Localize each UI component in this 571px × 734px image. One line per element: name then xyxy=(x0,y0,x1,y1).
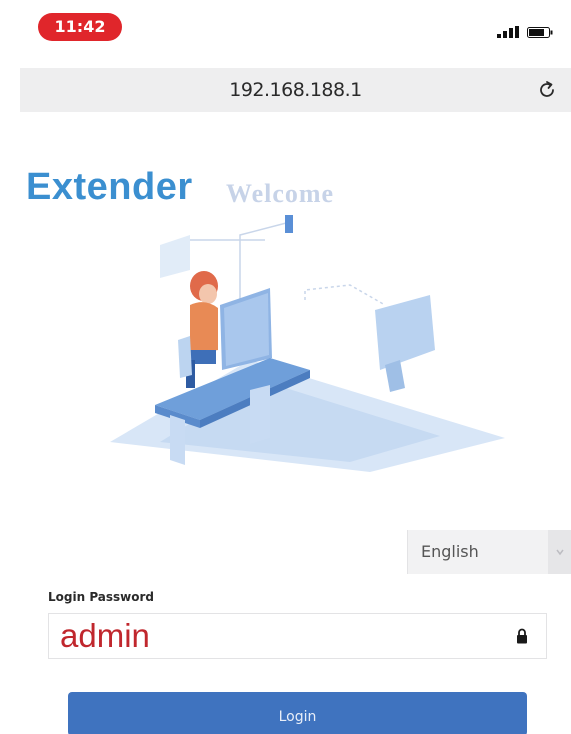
lock-icon xyxy=(517,628,527,644)
signal-bars-icon xyxy=(497,26,519,38)
battery-icon xyxy=(527,27,553,38)
login-page: 11:42 192.168.188.1 Extender Welcome Eng… xyxy=(0,0,571,734)
language-select[interactable]: English xyxy=(407,530,571,574)
password-label: Login Password xyxy=(48,590,155,604)
person-at-computer-illustration xyxy=(110,215,505,472)
chevron-down-icon-glyph xyxy=(556,549,564,556)
password-input[interactable]: admin xyxy=(48,613,547,659)
login-button[interactable]: Login xyxy=(68,692,527,734)
reload-icon[interactable] xyxy=(536,79,558,101)
welcome-text: Welcome xyxy=(226,179,335,208)
password-value: admin xyxy=(60,617,150,654)
address-url: 192.168.188.1 xyxy=(229,79,362,101)
status-time-badge: 11:42 xyxy=(38,13,122,41)
brand-title: Extender xyxy=(26,166,193,208)
address-bar[interactable]: 192.168.188.1 xyxy=(20,68,571,112)
chevron-down-icon[interactable] xyxy=(548,530,571,574)
status-time: 11:42 xyxy=(54,17,106,36)
language-selected: English xyxy=(421,542,479,561)
